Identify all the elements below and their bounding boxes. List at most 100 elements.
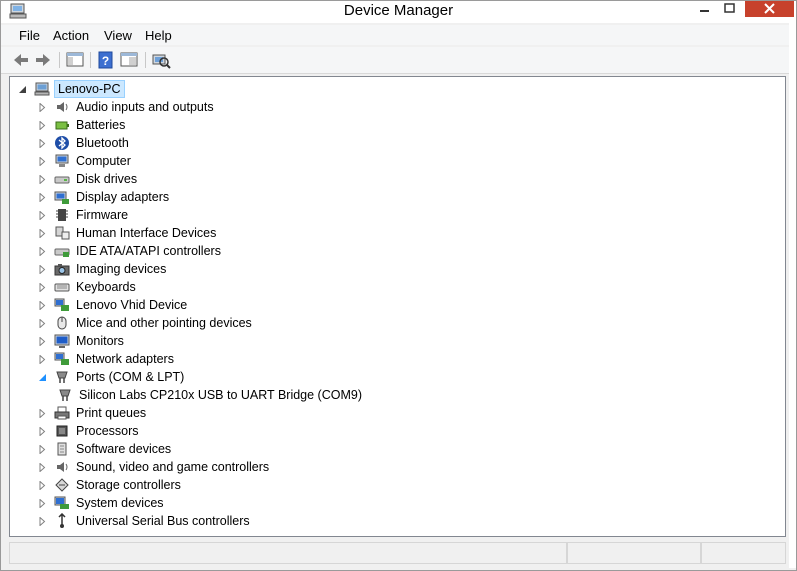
collapsed-arrow-icon[interactable] bbox=[38, 246, 47, 256]
back-arrow-icon bbox=[14, 54, 28, 66]
category-item-label[interactable]: Batteries bbox=[74, 117, 127, 133]
display-adapter-icon bbox=[54, 191, 69, 204]
category-item-label[interactable]: Monitors bbox=[74, 333, 126, 349]
minimize-button[interactable] bbox=[691, 1, 717, 17]
category-item-label[interactable]: Processors bbox=[74, 423, 141, 439]
title-bar[interactable]: Device Manager bbox=[1, 1, 796, 23]
collapsed-arrow-icon[interactable] bbox=[38, 174, 47, 184]
collapsed-arrow-icon[interactable] bbox=[38, 210, 47, 220]
expanded-arrow-icon[interactable] bbox=[18, 85, 27, 94]
category-item-label[interactable]: Firmware bbox=[74, 207, 130, 223]
category-item[interactable]: Monitors bbox=[38, 332, 126, 350]
collapsed-arrow-icon[interactable] bbox=[38, 408, 47, 418]
collapsed-arrow-icon[interactable] bbox=[38, 156, 47, 166]
forward-button[interactable] bbox=[33, 50, 53, 70]
category-item[interactable]: Batteries bbox=[38, 116, 127, 134]
collapsed-arrow-icon[interactable] bbox=[38, 192, 47, 202]
device-item-label[interactable]: Silicon Labs CP210x USB to UART Bridge (… bbox=[77, 387, 364, 403]
category-item-label[interactable]: Imaging devices bbox=[74, 261, 168, 277]
category-item-label[interactable]: Software devices bbox=[74, 441, 173, 457]
menu-file[interactable]: File bbox=[17, 27, 42, 45]
category-item-label[interactable]: Keyboards bbox=[74, 279, 138, 295]
tree-root[interactable]: Lenovo-PC bbox=[18, 80, 125, 98]
category-item-label[interactable]: Audio inputs and outputs bbox=[74, 99, 216, 115]
category-item-label[interactable]: Universal Serial Bus controllers bbox=[74, 513, 252, 529]
hid-icon bbox=[55, 226, 70, 240]
show-hide-console-tree-button[interactable] bbox=[65, 50, 85, 70]
tree-root-label[interactable]: Lenovo-PC bbox=[54, 80, 125, 98]
category-item[interactable]: Software devices bbox=[38, 440, 173, 458]
category-item-label[interactable]: Print queues bbox=[74, 405, 148, 421]
category-item[interactable]: Computer bbox=[38, 152, 133, 170]
menu-help[interactable]: Help bbox=[143, 27, 174, 45]
category-item[interactable]: Bluetooth bbox=[38, 134, 131, 152]
back-button[interactable] bbox=[11, 50, 31, 70]
collapsed-arrow-icon[interactable] bbox=[38, 318, 47, 328]
collapsed-arrow-icon[interactable] bbox=[38, 336, 47, 346]
monitor-icon bbox=[54, 334, 70, 348]
menu-view[interactable]: View bbox=[102, 27, 134, 45]
storage-controller-icon bbox=[55, 478, 69, 492]
category-item[interactable]: Display adapters bbox=[38, 188, 171, 206]
collapsed-arrow-icon[interactable] bbox=[38, 354, 47, 364]
device-item[interactable]: Silicon Labs CP210x USB to UART Bridge (… bbox=[57, 386, 364, 404]
collapsed-arrow-icon[interactable] bbox=[38, 480, 47, 490]
category-item[interactable]: Imaging devices bbox=[38, 260, 168, 278]
category-item[interactable]: Disk drives bbox=[38, 170, 139, 188]
collapsed-arrow-icon[interactable] bbox=[38, 138, 47, 148]
scan-hardware-button[interactable] bbox=[151, 50, 171, 70]
category-item-label[interactable]: Network adapters bbox=[74, 351, 176, 367]
category-item[interactable]: Mice and other pointing devices bbox=[38, 314, 254, 332]
device-tree[interactable]: Lenovo-PC Audio inputs and outputs Batter… bbox=[9, 76, 786, 537]
category-item[interactable]: System devices bbox=[38, 494, 166, 512]
collapsed-arrow-icon[interactable] bbox=[38, 426, 47, 436]
category-item[interactable]: Audio inputs and outputs bbox=[38, 98, 216, 116]
properties-button[interactable] bbox=[119, 50, 139, 70]
category-item[interactable]: Storage controllers bbox=[38, 476, 183, 494]
collapsed-arrow-icon[interactable] bbox=[38, 228, 47, 238]
category-item-label[interactable]: Computer bbox=[74, 153, 133, 169]
category-item-label[interactable]: Human Interface Devices bbox=[74, 225, 218, 241]
collapsed-arrow-icon[interactable] bbox=[38, 516, 47, 526]
collapsed-arrow-icon[interactable] bbox=[38, 102, 47, 112]
category-item-label[interactable]: System devices bbox=[74, 495, 166, 511]
collapsed-arrow-icon[interactable] bbox=[38, 264, 47, 274]
category-item[interactable]: Lenovo Vhid Device bbox=[38, 296, 189, 314]
printer-icon bbox=[54, 406, 70, 420]
collapsed-arrow-icon[interactable] bbox=[38, 444, 47, 454]
collapsed-arrow-icon[interactable] bbox=[38, 498, 47, 508]
category-item-label[interactable]: Storage controllers bbox=[74, 477, 183, 493]
category-item-label[interactable]: Mice and other pointing devices bbox=[74, 315, 254, 331]
category-item-label[interactable]: Display adapters bbox=[74, 189, 171, 205]
svg-text:?: ? bbox=[102, 54, 109, 68]
category-item[interactable]: Processors bbox=[38, 422, 141, 440]
category-item-label[interactable]: Lenovo Vhid Device bbox=[74, 297, 189, 313]
category-item[interactable]: Ports (COM & LPT) bbox=[38, 368, 186, 386]
category-item[interactable]: IDE ATA/ATAPI controllers bbox=[38, 242, 223, 260]
category-item[interactable]: Human Interface Devices bbox=[38, 224, 218, 242]
category-item-label[interactable]: IDE ATA/ATAPI controllers bbox=[74, 243, 223, 259]
category-item[interactable]: Print queues bbox=[38, 404, 148, 422]
collapsed-arrow-icon[interactable] bbox=[38, 462, 47, 472]
status-pane-main bbox=[9, 542, 567, 564]
maximize-button[interactable] bbox=[717, 1, 743, 17]
expanded-arrow-icon[interactable] bbox=[38, 373, 47, 382]
category-item-label[interactable]: Ports (COM & LPT) bbox=[74, 369, 186, 385]
category-item-label[interactable]: Sound, video and game controllers bbox=[74, 459, 271, 475]
category-item-label[interactable]: Disk drives bbox=[74, 171, 139, 187]
speaker-icon bbox=[57, 102, 68, 112]
port-icon bbox=[59, 389, 71, 401]
close-button[interactable] bbox=[745, 1, 794, 17]
port-icon bbox=[56, 371, 68, 383]
collapsed-arrow-icon[interactable] bbox=[38, 120, 47, 130]
category-item[interactable]: Universal Serial Bus controllers bbox=[38, 512, 252, 530]
category-item[interactable]: Firmware bbox=[38, 206, 130, 224]
help-button[interactable]: ? bbox=[96, 50, 116, 70]
category-item-label[interactable]: Bluetooth bbox=[74, 135, 131, 151]
category-item[interactable]: Sound, video and game controllers bbox=[38, 458, 271, 476]
collapsed-arrow-icon[interactable] bbox=[38, 282, 47, 292]
collapsed-arrow-icon[interactable] bbox=[38, 300, 47, 310]
category-item[interactable]: Keyboards bbox=[38, 278, 138, 296]
category-item[interactable]: Network adapters bbox=[38, 350, 176, 368]
menu-action[interactable]: Action bbox=[51, 27, 91, 45]
